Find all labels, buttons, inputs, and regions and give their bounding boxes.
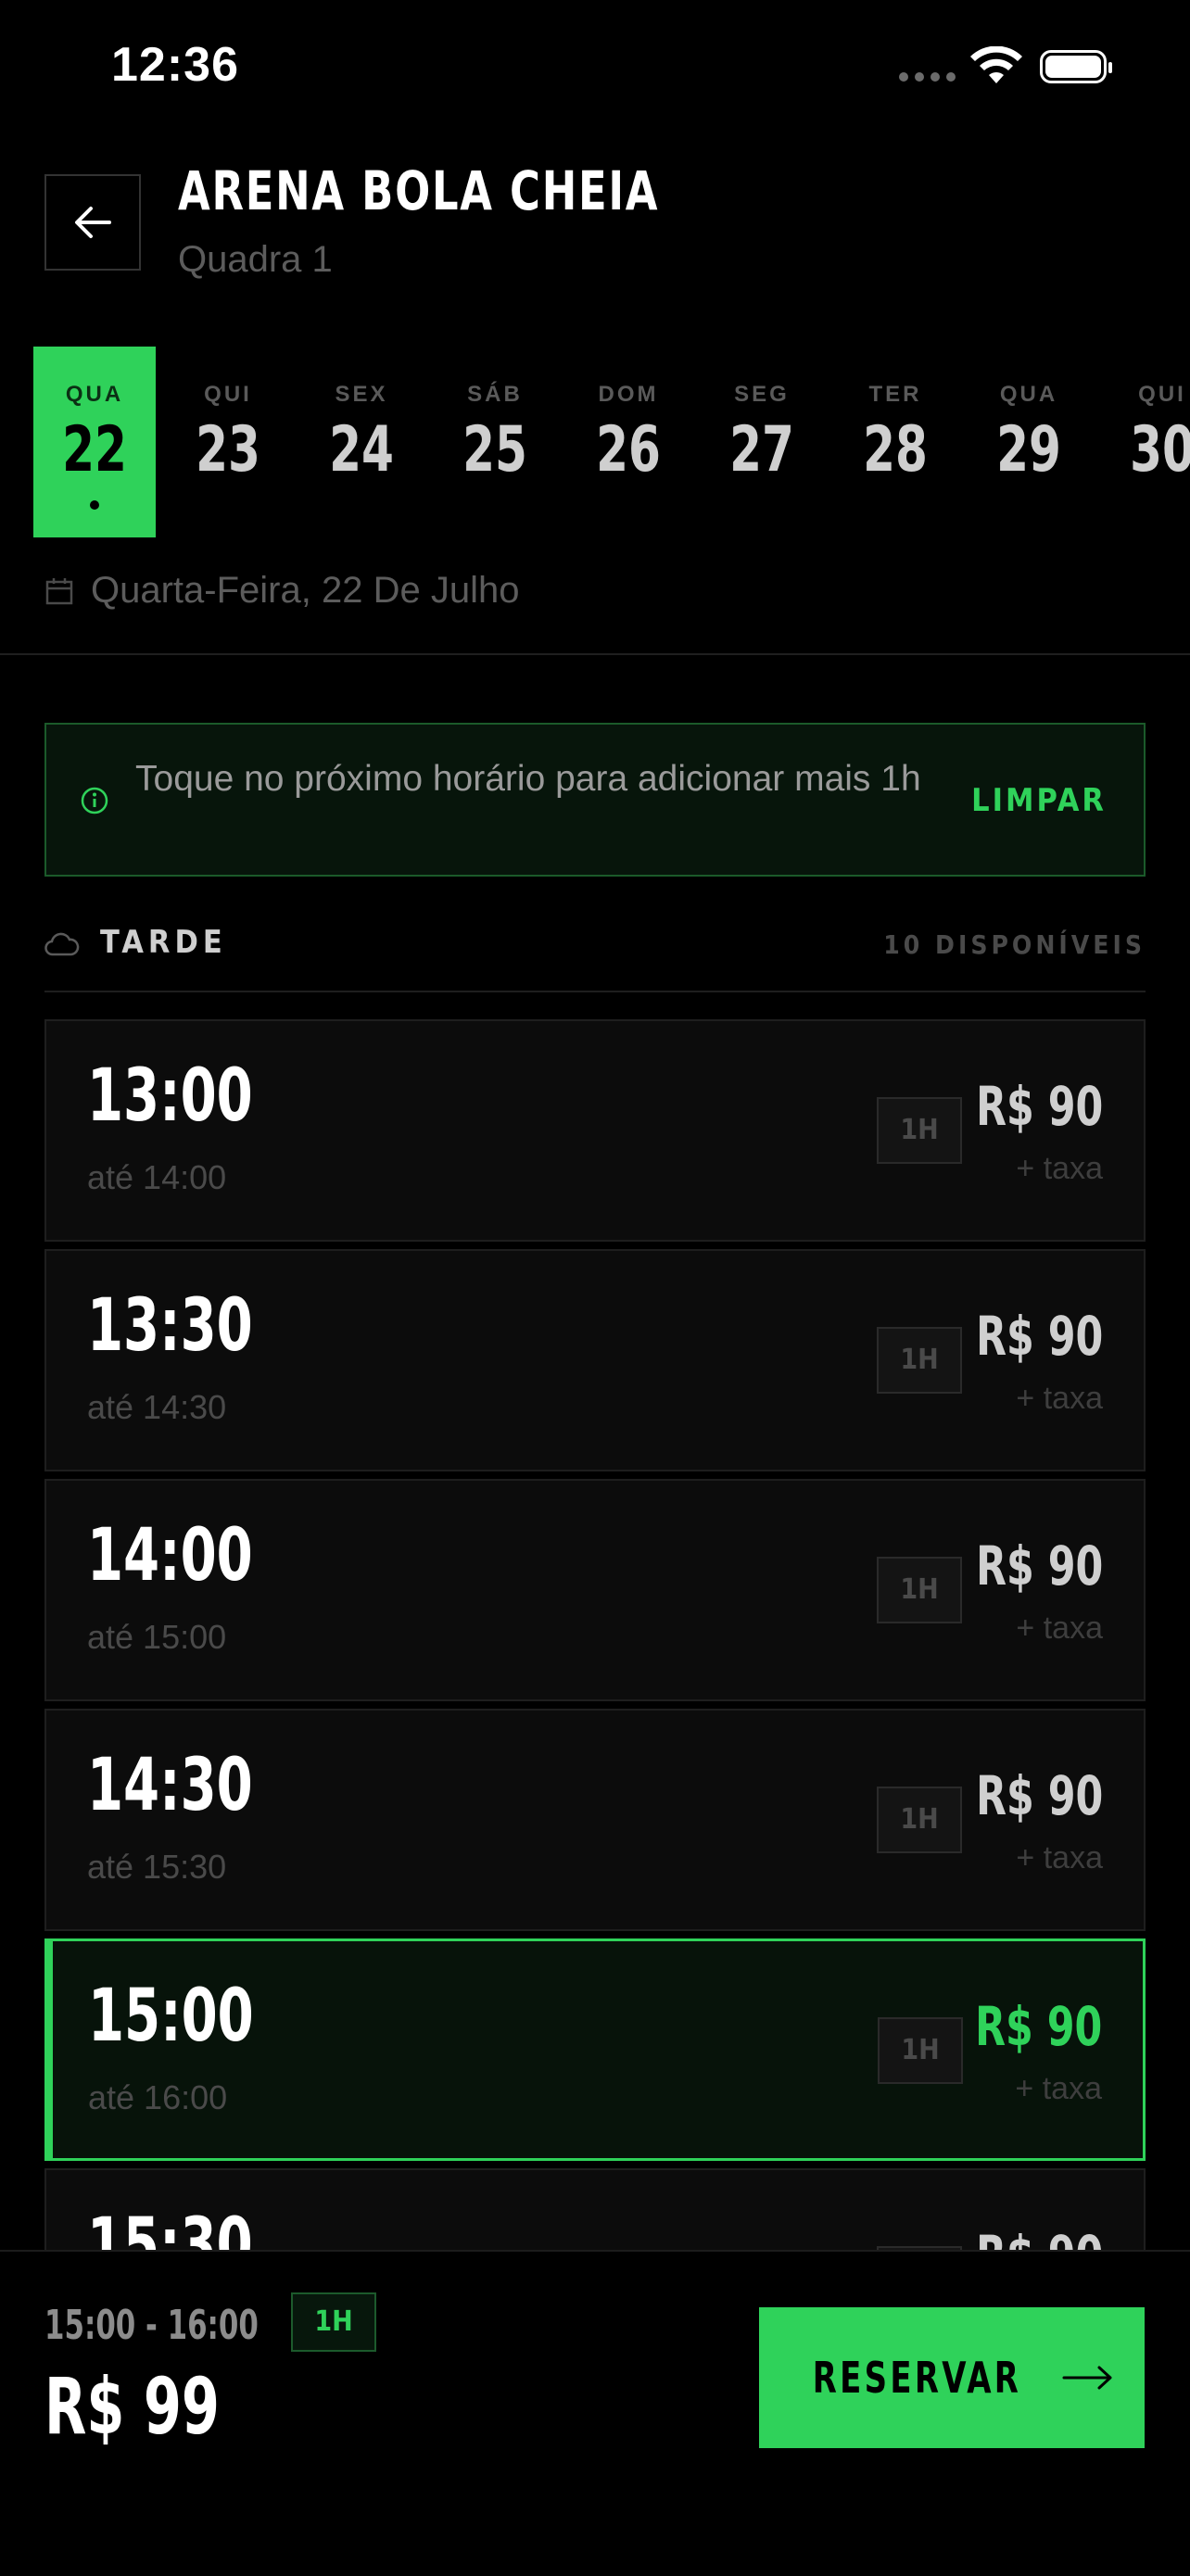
date-item-23[interactable]: QUI 23: [167, 347, 289, 537]
time-slot-list: 13:00 até 14:00 1H R$ 90 + taxa 13:30 até 14:3…: [44, 1019, 1146, 2252]
date-number: 28: [863, 413, 928, 486]
slot-duration-badge: 1H: [877, 1557, 962, 1623]
date-number: 22: [62, 413, 127, 486]
slot-duration-badge: 1H: [877, 1097, 962, 1164]
slot-start-time: 13:30: [87, 1284, 253, 1368]
time-slot[interactable]: 14:00 até 15:00 1H R$ 90 + taxa: [44, 1479, 1146, 1701]
slot-start-time: 13:00: [87, 1054, 253, 1138]
arrow-left-icon: [75, 207, 111, 238]
time-slot[interactable]: 15:00 até 16:00 1H R$ 90 + taxa: [44, 1938, 1146, 2161]
hint-banner: Toque no próximo horário para adicionar …: [44, 723, 1146, 877]
date-item-24[interactable]: SEX 24: [300, 347, 423, 537]
time-slot[interactable]: 14:30 até 15:30 1H R$ 90 + taxa: [44, 1709, 1146, 1931]
slot-tax-note: + taxa: [1016, 1610, 1103, 1646]
section-label: TARDE: [100, 924, 227, 961]
slot-price: R$ 90: [975, 1534, 1103, 1597]
status-bar: 12:36: [0, 0, 1190, 139]
time-slot[interactable]: 13:30 até 14:30 1H R$ 90 + taxa: [44, 1249, 1146, 1471]
date-weekday: QUI: [204, 382, 252, 407]
time-slot[interactable]: 13:00 até 14:00 1H R$ 90 + taxa: [44, 1019, 1146, 1242]
slot-price: R$ 90: [974, 1995, 1102, 2058]
calendar-icon: [45, 577, 73, 604]
slot-end-time: até 14:30: [87, 1388, 227, 1426]
slot-start-time: 15:00: [88, 1975, 254, 2058]
reserve-button-label: RESERVAR: [812, 2353, 1021, 2403]
slot-tax-note: + taxa: [1016, 1381, 1103, 1416]
slot-start-time: 14:00: [87, 1514, 253, 1597]
selected-date-label: Quarta-Feira, 22 De Julho: [91, 570, 520, 611]
date-weekday: SÁB: [467, 382, 523, 407]
slot-end-time: até 15:00: [87, 1618, 227, 1656]
duration-badge: 1H: [291, 2292, 376, 2352]
arrow-right-icon: [1062, 2366, 1112, 2390]
slot-start-time: 15:30: [87, 2203, 253, 2252]
slot-duration-badge: 1H: [878, 2017, 963, 2084]
date-weekday: QUA: [65, 382, 124, 407]
divider: [0, 653, 1190, 655]
slot-tax-note: + taxa: [1015, 2071, 1102, 2106]
date-number: 24: [329, 413, 394, 486]
slot-duration-badge: 1H: [877, 1327, 962, 1394]
date-item-29[interactable]: QUA 29: [968, 347, 1090, 537]
cloud-icon: [44, 932, 80, 956]
date-item-25[interactable]: SÁB 25: [434, 347, 556, 537]
page-subtitle: Quadra 1: [178, 239, 333, 280]
slot-price: R$ 90: [975, 1075, 1103, 1138]
date-item-26[interactable]: DOM 26: [567, 347, 690, 537]
slot-end-time: até 16:00: [88, 2078, 228, 2116]
page-title: ARENA BOLA CHEIA: [178, 159, 660, 222]
wifi-icon: [970, 46, 1022, 83]
booking-summary-bar: 15:00 - 16:00 1H R$ 99 RESERVAR: [0, 2250, 1190, 2576]
selected-dot: [90, 500, 99, 510]
slot-tax-note: + taxa: [1016, 1151, 1103, 1186]
date-number: 25: [462, 413, 527, 486]
slot-start-time: 14:30: [87, 1744, 253, 1827]
clear-button[interactable]: LIMPAR: [971, 782, 1107, 819]
slot-tax-note: + taxa: [1016, 1840, 1103, 1875]
info-icon: [81, 787, 108, 814]
date-item-28[interactable]: TER 28: [834, 347, 956, 537]
selected-date: Quarta-Feira, 22 De Julho: [44, 570, 519, 612]
date-weekday: QUI: [1138, 382, 1186, 407]
battery-icon: [1040, 50, 1112, 83]
date-weekday: QUA: [999, 382, 1058, 407]
date-item-27[interactable]: SEG 27: [701, 347, 823, 537]
date-number: 29: [996, 413, 1061, 486]
date-number: 26: [596, 413, 661, 486]
total-price: R$ 99: [44, 2361, 220, 2452]
date-number: 30: [1130, 413, 1190, 486]
back-button[interactable]: [44, 174, 141, 271]
available-count: 10 DISPONÍVEIS: [883, 929, 1146, 960]
date-weekday: SEX: [335, 382, 388, 407]
slot-price: R$ 90: [975, 1764, 1103, 1827]
date-item-30[interactable]: QUI 30: [1101, 347, 1190, 537]
date-number: 23: [196, 413, 260, 486]
date-weekday: SEG: [734, 382, 790, 407]
section-header: TARDE 10 DISPONÍVEIS: [44, 922, 1146, 992]
time-slot[interactable]: 15:30até 16:301HR$ 90+ taxa: [44, 2168, 1146, 2252]
date-number: 27: [729, 413, 794, 486]
date-weekday: TER: [868, 382, 922, 407]
slot-price: R$ 90: [976, 2224, 1103, 2252]
slot-price: R$ 90: [975, 1305, 1103, 1368]
cellular-signal-icon: [899, 72, 956, 82]
selected-range: 15:00 - 16:00: [44, 2302, 259, 2349]
hint-text: Toque no próximo horário para adicionar …: [135, 759, 921, 799]
status-time: 12:36: [111, 38, 239, 92]
slot-end-time: até 14:00: [87, 1158, 227, 1196]
slot-end-time: até 15:30: [87, 1848, 227, 1886]
reserve-button[interactable]: RESERVAR: [759, 2307, 1145, 2448]
slot-duration-badge: 1H: [877, 1787, 962, 1853]
date-weekday: DOM: [598, 382, 659, 407]
date-item-22[interactable]: QUA 22: [33, 347, 156, 537]
date-strip: QUA 22 QUI 23 SEX 24 SÁB 25 DOM 26 SEG 27 TER 28 QUA 29…: [33, 347, 1190, 537]
